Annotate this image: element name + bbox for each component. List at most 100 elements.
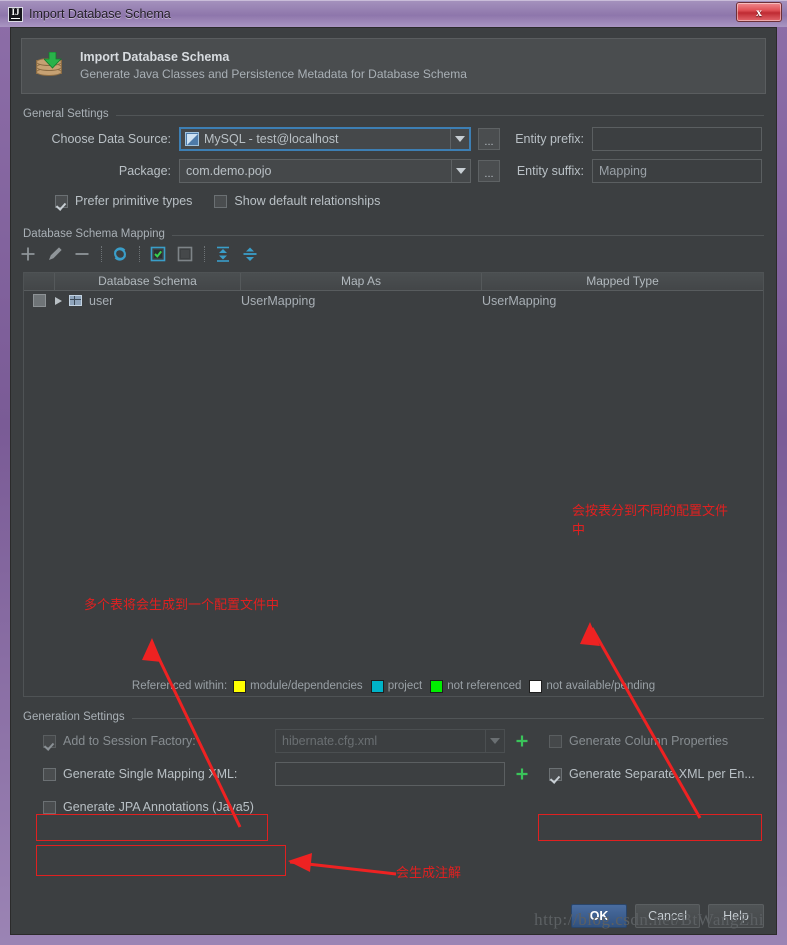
- checkbox-checked-icon: [549, 767, 562, 781]
- package-value: com.demo.pojo: [186, 164, 272, 178]
- edit-pencil-icon[interactable]: [44, 243, 66, 265]
- legend-label-not-available: not available/pending: [546, 680, 656, 692]
- swatch-white-icon: [529, 679, 543, 693]
- chevron-down-icon[interactable]: [450, 129, 469, 149]
- general-settings-group: General Settings: [23, 108, 764, 120]
- swatch-cyan-icon: [370, 679, 384, 693]
- row-checkbox[interactable]: [24, 294, 55, 307]
- reference-legend: Referenced within: module/dependencies p…: [36, 676, 751, 696]
- dialog-content: Import Database Schema Generate Java Cla…: [10, 27, 777, 935]
- select-all-icon[interactable]: [147, 243, 169, 265]
- table-body: user UserMapping UserMapping: [24, 291, 763, 676]
- schema-table[interactable]: Database Schema Map As Mapped Type user …: [23, 272, 764, 697]
- checkbox-filled-icon: [33, 294, 46, 307]
- chevron-down-icon[interactable]: [485, 730, 504, 752]
- reference-legend-label: Referenced within:: [131, 680, 228, 692]
- entity-prefix-label: Entity prefix:: [515, 132, 584, 146]
- entity-suffix-input[interactable]: Mapping: [592, 159, 762, 183]
- add-session-factory-icon[interactable]: [511, 730, 533, 752]
- deselect-all-icon[interactable]: [174, 243, 196, 265]
- expand-all-icon[interactable]: [212, 243, 234, 265]
- prefer-primitive-types-label: Prefer primitive types: [75, 194, 193, 208]
- add-mapping-xml-icon[interactable]: [511, 763, 533, 785]
- table-header-mapped-type[interactable]: Mapped Type: [482, 273, 763, 290]
- legend-label-not-referenced: not referenced: [447, 680, 522, 692]
- table-row[interactable]: user UserMapping UserMapping: [24, 291, 763, 310]
- window-title: Import Database Schema: [29, 7, 171, 21]
- collapse-all-icon[interactable]: [239, 243, 261, 265]
- checkbox-empty-icon: [214, 194, 228, 208]
- generation-settings-group: Generation Settings: [23, 711, 764, 723]
- schema-mapping-group: Database Schema Mapping: [23, 228, 764, 240]
- checkbox-checked-icon: [55, 194, 68, 208]
- data-source-value: MySQL - test@localhost: [204, 132, 339, 146]
- generate-single-mapping-xml-checkbox[interactable]: Generate Single Mapping XML:: [43, 767, 275, 781]
- legend-item-not-referenced: not referenced: [430, 679, 522, 693]
- package-browse-button[interactable]: ...: [478, 160, 500, 182]
- table-header-row: Database Schema Map As Mapped Type: [24, 273, 763, 291]
- intellij-idea-icon: [8, 6, 23, 22]
- dialog-banner: Import Database Schema Generate Java Cla…: [21, 38, 766, 94]
- generate-jpa-annotations-label: Generate JPA Annotations (Java5): [63, 800, 254, 814]
- package-label: Package:: [118, 164, 171, 178]
- generate-jpa-annotations-checkbox[interactable]: Generate JPA Annotations (Java5): [43, 800, 254, 814]
- row-schema-name: user: [89, 293, 114, 308]
- legend-item-not-available: not available/pending: [529, 679, 656, 693]
- entity-prefix-input[interactable]: [592, 127, 762, 151]
- add-to-session-factory-checkbox[interactable]: Add to Session Factory:: [43, 734, 275, 748]
- row-mapped-type[interactable]: UserMapping: [482, 294, 763, 308]
- annotation-annotations-text: 会生成注解: [396, 866, 462, 881]
- table-header-map-as[interactable]: Map As: [241, 273, 482, 290]
- expand-triangle-icon[interactable]: [55, 296, 62, 305]
- generate-column-properties-checkbox[interactable]: Generate Column Properties: [549, 734, 728, 748]
- add-icon[interactable]: [17, 243, 39, 265]
- toolbar-separator: [204, 246, 205, 262]
- data-source-combo[interactable]: MySQL - test@localhost: [179, 127, 471, 151]
- legend-item-project: project: [370, 679, 422, 693]
- prefer-primitive-types-checkbox[interactable]: Prefer primitive types: [55, 194, 192, 208]
- show-default-relationships-label: Show default relationships: [234, 194, 381, 208]
- session-factory-value: hibernate.cfg.xml: [282, 734, 378, 748]
- row-map-as[interactable]: UserMapping: [241, 294, 482, 308]
- generate-separate-xml-checkbox[interactable]: Generate Separate XML per En...: [549, 767, 755, 781]
- table-header-checkbox-col: [24, 273, 55, 290]
- show-default-relationships-checkbox[interactable]: Show default relationships: [214, 194, 380, 208]
- add-to-session-factory-label: Add to Session Factory:: [63, 734, 196, 748]
- table-header-database-schema[interactable]: Database Schema: [55, 273, 241, 290]
- chevron-down-icon[interactable]: [451, 160, 470, 182]
- session-factory-combo[interactable]: hibernate.cfg.xml: [275, 729, 505, 753]
- banner-subtitle: Generate Java Classes and Persistence Me…: [80, 67, 467, 81]
- remove-icon[interactable]: [71, 243, 93, 265]
- swatch-yellow-icon: [233, 679, 247, 693]
- generate-single-mapping-xml-label: Generate Single Mapping XML:: [63, 767, 238, 781]
- dialog-window: Import Database Schema x Import Database…: [0, 0, 787, 945]
- general-settings-legend: General Settings: [23, 108, 116, 120]
- generate-separate-xml-label: Generate Separate XML per En...: [569, 767, 755, 781]
- single-mapping-xml-input[interactable]: [275, 762, 505, 786]
- checkbox-checked-icon: [43, 734, 56, 748]
- swatch-green-icon: [430, 679, 444, 693]
- table-icon: [69, 295, 82, 306]
- window-titlebar[interactable]: Import Database Schema x: [0, 0, 787, 27]
- watermark-text: http://blog.csdn.net/BtWangZhi: [534, 910, 764, 929]
- datasource-icon: [185, 132, 199, 146]
- data-source-browse-button[interactable]: ...: [478, 128, 500, 150]
- toolbar-separator: [139, 246, 140, 262]
- annotation-separate-files-text: 会按表分到不同的配置文件 中: [572, 504, 729, 538]
- database-import-icon: [34, 50, 66, 82]
- refresh-icon[interactable]: [109, 243, 131, 265]
- banner-title: Import Database Schema: [80, 50, 230, 64]
- annotation-separate-files: 会按表分到不同的配置文件 中: [572, 502, 762, 540]
- checkbox-empty-icon: [43, 800, 56, 814]
- checkbox-empty-icon: [43, 767, 56, 781]
- package-combo[interactable]: com.demo.pojo: [179, 159, 471, 183]
- close-icon[interactable]: x: [736, 2, 782, 22]
- legend-item-module-dependencies: module/dependencies: [233, 679, 363, 693]
- annotation-single-file: 多个表将会生成到一个配置文件中: [84, 596, 279, 615]
- legend-label-module-dependencies: module/dependencies: [250, 680, 363, 692]
- toolbar-separator: [101, 246, 102, 262]
- schema-toolbar: [11, 240, 776, 268]
- annotation-annotations: 会生成注解: [396, 864, 461, 883]
- schema-mapping-legend: Database Schema Mapping: [23, 228, 172, 240]
- generation-settings-legend: Generation Settings: [23, 711, 132, 723]
